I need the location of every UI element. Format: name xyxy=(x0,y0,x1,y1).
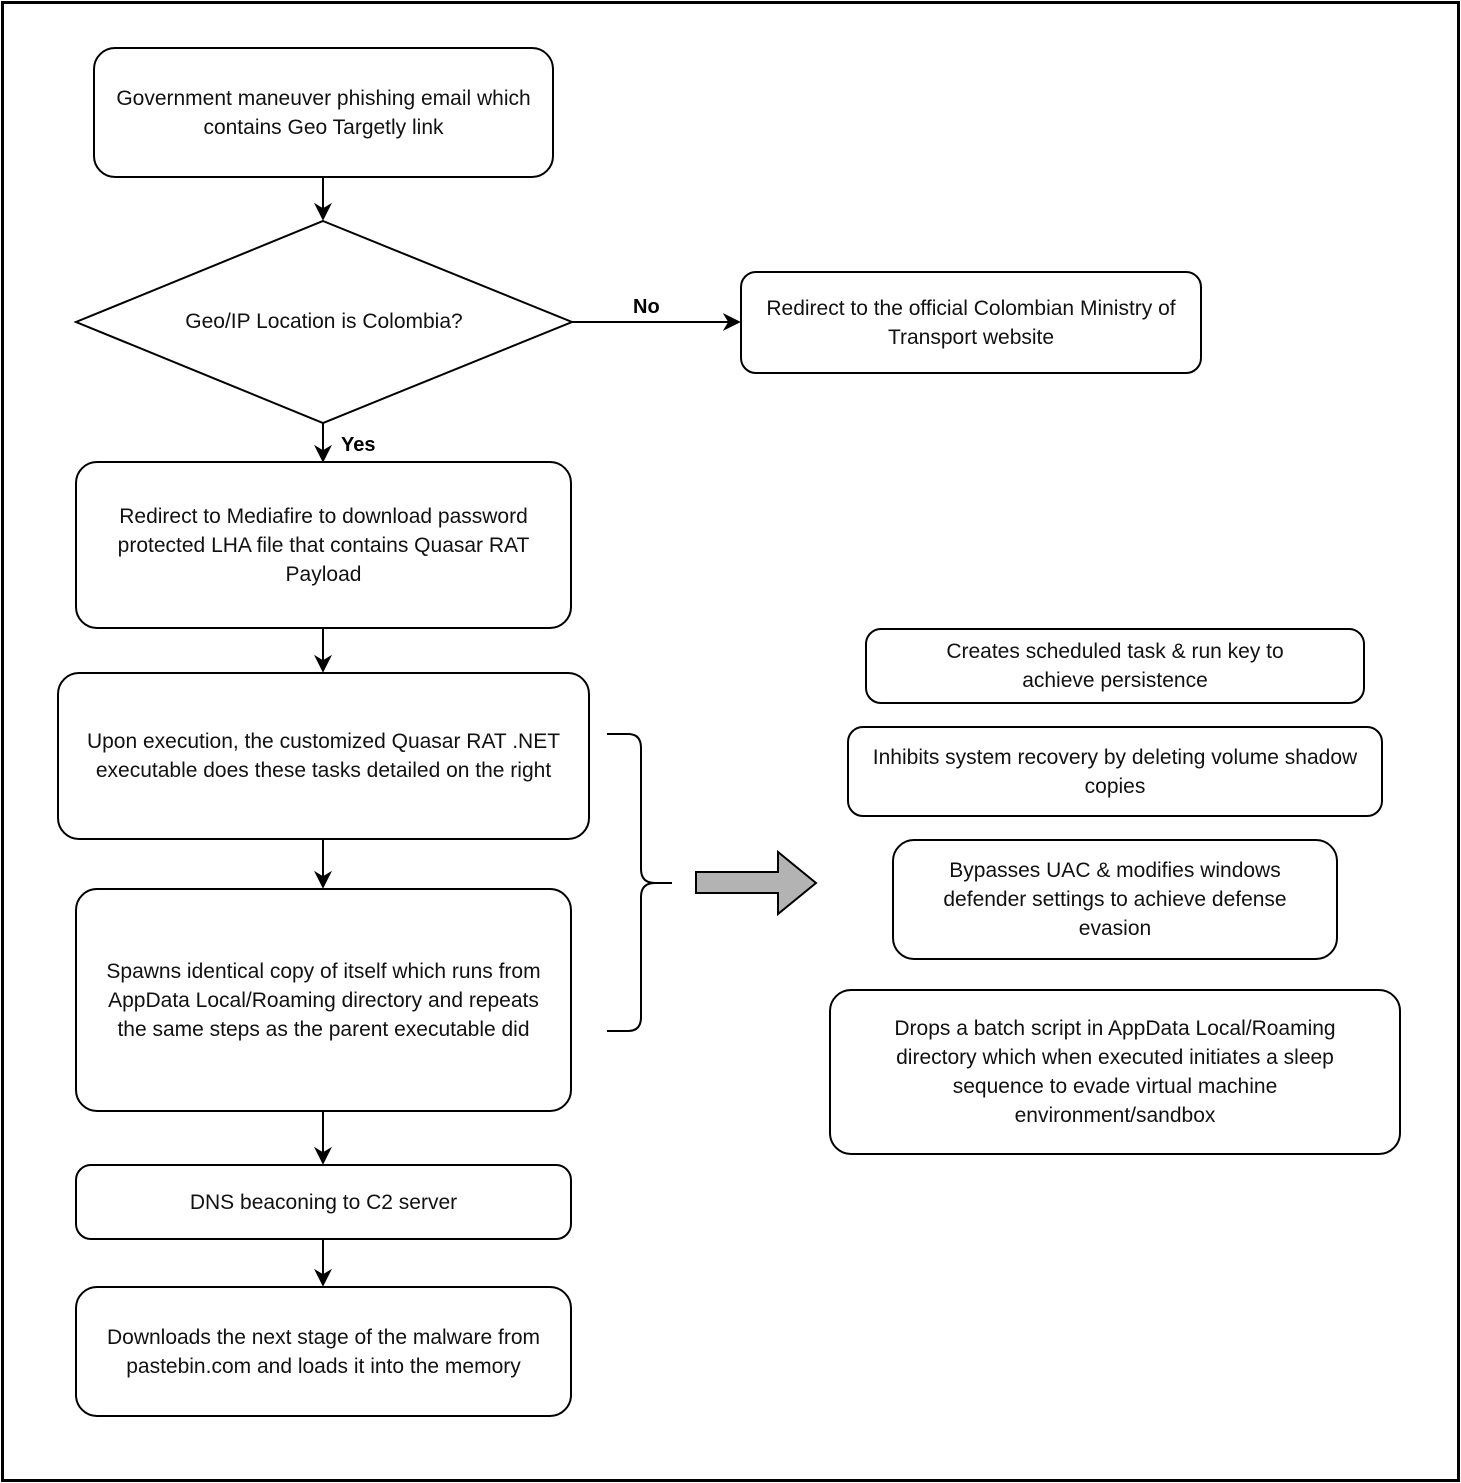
node-phishing-email: Government maneuver phishing email which… xyxy=(93,47,554,178)
node-dns-beacon: DNS beaconing to C2 server xyxy=(75,1164,572,1240)
task-inhibit-recovery: Inhibits system recovery by deleting vol… xyxy=(847,726,1383,817)
edge-label-yes: Yes xyxy=(341,434,376,456)
task-sandbox-evasion: Drops a batch script in AppData Local/Ro… xyxy=(829,989,1401,1155)
node-execution: Upon execution, the customized Quasar RA… xyxy=(57,672,590,840)
node-redirect-mediafire: Redirect to Mediafire to download passwo… xyxy=(75,461,572,629)
node-download-next: Downloads the next stage of the malware … xyxy=(75,1286,572,1417)
decision-text: Geo/IP Location is Colombia? xyxy=(185,310,463,333)
node-redirect-ministry: Redirect to the official Colombian Minis… xyxy=(740,271,1202,374)
decision-label: Geo/IP Location is Colombia? xyxy=(76,221,572,423)
task-persistence: Creates scheduled task & run key to achi… xyxy=(865,628,1365,704)
edge-label-no: No xyxy=(633,296,660,318)
node-spawn-copy: Spawns identical copy of itself which ru… xyxy=(75,888,572,1112)
task-defense-evasion: Bypasses UAC & modifies windows defender… xyxy=(892,839,1338,960)
